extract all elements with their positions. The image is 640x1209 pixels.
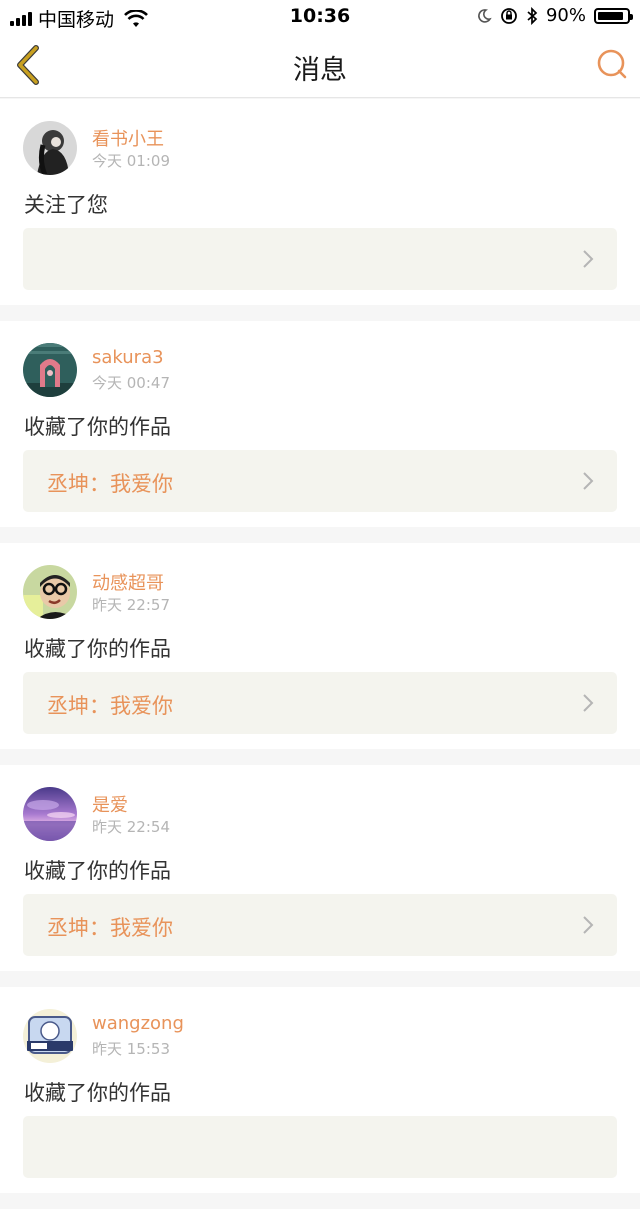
message-card[interactable]: 看书小王 今天 01:09 关注了您 [0,99,640,305]
avatar[interactable] [23,121,77,175]
avatar[interactable] [23,1009,77,1063]
username[interactable]: 是爱 [92,791,128,817]
message-card[interactable]: sakura3 今天 00:47 收藏了你的作品 丞坤：我爱你 [0,321,640,527]
moon-icon [478,8,492,23]
search-button[interactable] [594,46,630,82]
avatar[interactable] [23,787,77,841]
action-text: 收藏了你的作品 [24,1081,171,1105]
message-list: 看书小王 今天 01:09 关注了您 sakura3 今天 00:47 收藏了你… [0,99,640,1209]
action-text: 收藏了你的作品 [24,637,171,661]
quote-text: 丞坤：我爱你 [47,472,173,496]
timestamp: 昨天 15:53 [92,1040,170,1058]
quote-text: 丞坤：我爱你 [47,916,173,940]
timestamp: 今天 00:47 [92,374,170,392]
message-card[interactable]: 动感超哥 昨天 22:57 收藏了你的作品 丞坤：我爱你 [0,543,640,749]
orientation-lock-icon [501,7,517,24]
message-card[interactable]: 是爱 昨天 22:54 收藏了你的作品 丞坤：我爱你 [0,765,640,971]
bluetooth-icon [527,6,538,25]
quote-box[interactable]: 丞坤：我爱你 [23,672,617,734]
battery-percent: 90% [545,5,586,26]
status-right: 90% [476,5,633,26]
chevron-right-icon [583,694,594,712]
action-text: 收藏了你的作品 [24,415,171,439]
avatar-image [23,787,77,841]
timestamp: 昨天 22:54 [92,818,170,836]
quote-box[interactable] [23,228,617,290]
message-card[interactable]: wangzong 昨天 15:53 收藏了你的作品 [0,987,640,1193]
action-text: 收藏了你的作品 [24,859,171,883]
avatar[interactable] [23,343,77,397]
nav-bar: 消息 [0,32,640,98]
avatar-image [23,121,77,175]
page-title: 消息 [293,55,347,86]
quote-box[interactable] [23,1116,617,1178]
username[interactable]: 动感超哥 [92,569,164,595]
avatar-image [23,343,77,397]
status-bar: 中国移动 10:36 90% [0,0,640,32]
timestamp: 今天 01:09 [92,152,170,170]
chevron-right-icon [583,916,594,934]
chevron-right-icon [583,472,594,490]
quote-text: 丞坤：我爱你 [47,694,173,718]
action-text: 关注了您 [24,193,108,217]
avatar[interactable] [23,565,77,619]
battery-icon [594,7,633,24]
search-icon [597,49,627,79]
timestamp: 昨天 22:57 [92,596,170,614]
quote-box[interactable]: 丞坤：我爱你 [23,450,617,512]
quote-box[interactable]: 丞坤：我爱你 [23,894,617,956]
chevron-right-icon [583,250,594,268]
avatar-image [23,1009,77,1063]
username[interactable]: wangzong [92,1013,184,1034]
username[interactable]: 看书小王 [92,125,164,151]
avatar-image [23,565,77,619]
username[interactable]: sakura3 [92,347,164,368]
